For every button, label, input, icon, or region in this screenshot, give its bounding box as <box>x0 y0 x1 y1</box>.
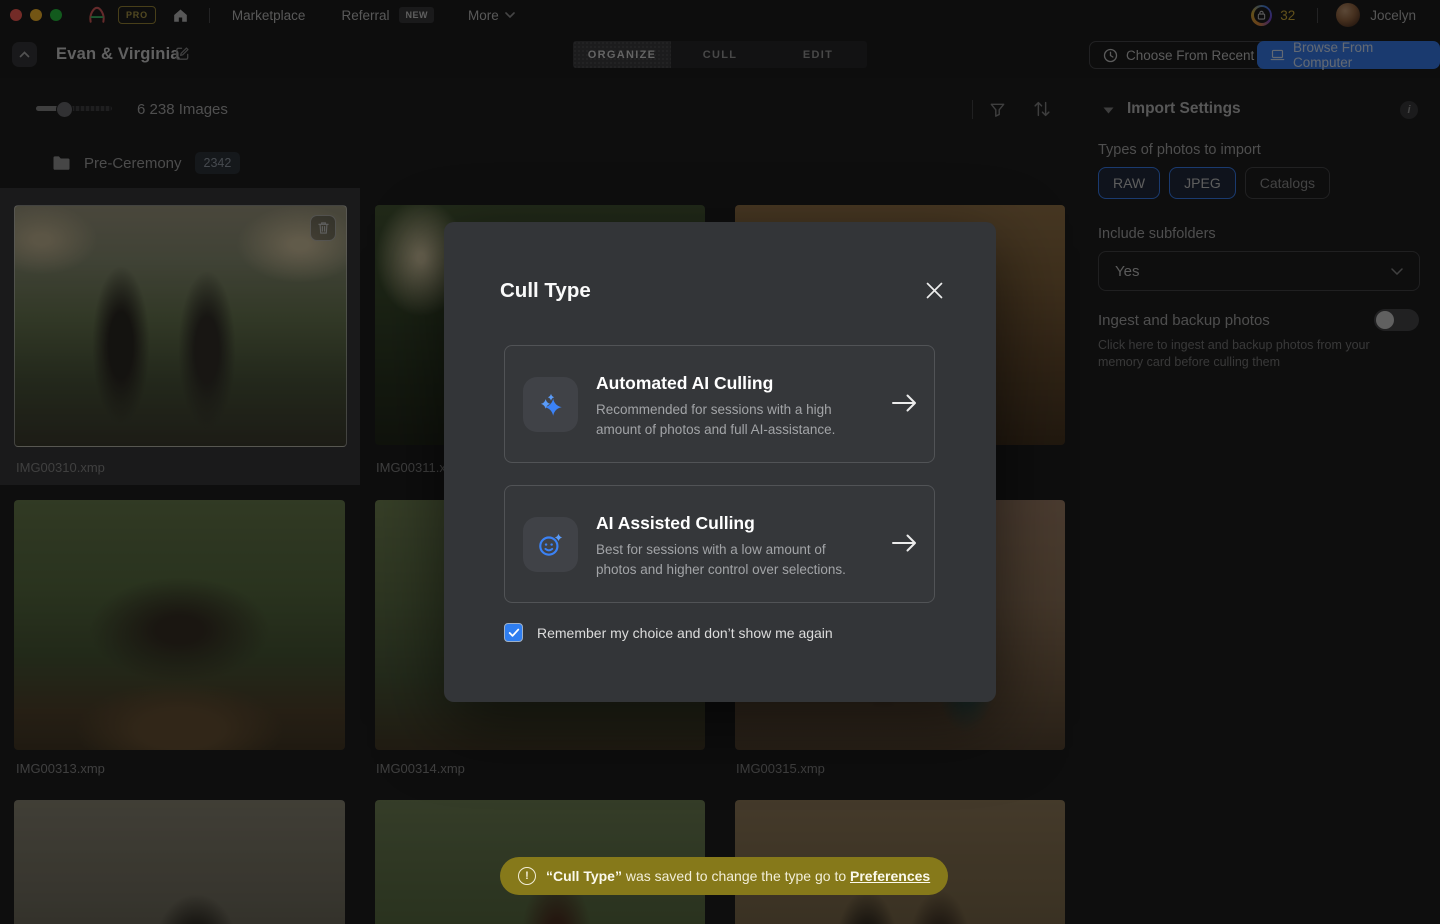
alert-icon: ! <box>518 867 536 885</box>
check-icon <box>508 628 520 638</box>
smiley-sparkle-icon <box>523 517 578 572</box>
toast-message: “Cull Type” was saved to change the type… <box>546 868 930 884</box>
arrow-right-icon <box>891 532 918 554</box>
option-title: AI Assisted Culling <box>596 513 755 534</box>
automated-ai-culling-option[interactable]: Automated AI Culling Recommended for ses… <box>504 345 935 463</box>
preferences-link[interactable]: Preferences <box>850 868 930 884</box>
close-button[interactable] <box>922 278 946 302</box>
option-title: Automated AI Culling <box>596 373 773 394</box>
option-description: Best for sessions with a low amount of p… <box>596 540 864 579</box>
close-icon <box>925 281 944 300</box>
cull-type-modal: Cull Type Automated AI Culling Recommend… <box>444 222 996 702</box>
remember-choice-row: Remember my choice and don’t show me aga… <box>504 623 833 642</box>
arrow-right-icon <box>891 392 918 414</box>
option-description: Recommended for sessions with a high amo… <box>596 400 864 439</box>
remember-choice-label: Remember my choice and don’t show me aga… <box>537 625 833 641</box>
app-window: PRO Marketplace Referral NEW More <box>0 0 1440 924</box>
toast-notification: ! “Cull Type” was saved to change the ty… <box>500 857 948 895</box>
sparkles-icon <box>523 377 578 432</box>
modal-title: Cull Type <box>500 279 591 303</box>
ai-assisted-culling-option[interactable]: AI Assisted Culling Best for sessions wi… <box>504 485 935 603</box>
remember-choice-checkbox[interactable] <box>504 623 523 642</box>
